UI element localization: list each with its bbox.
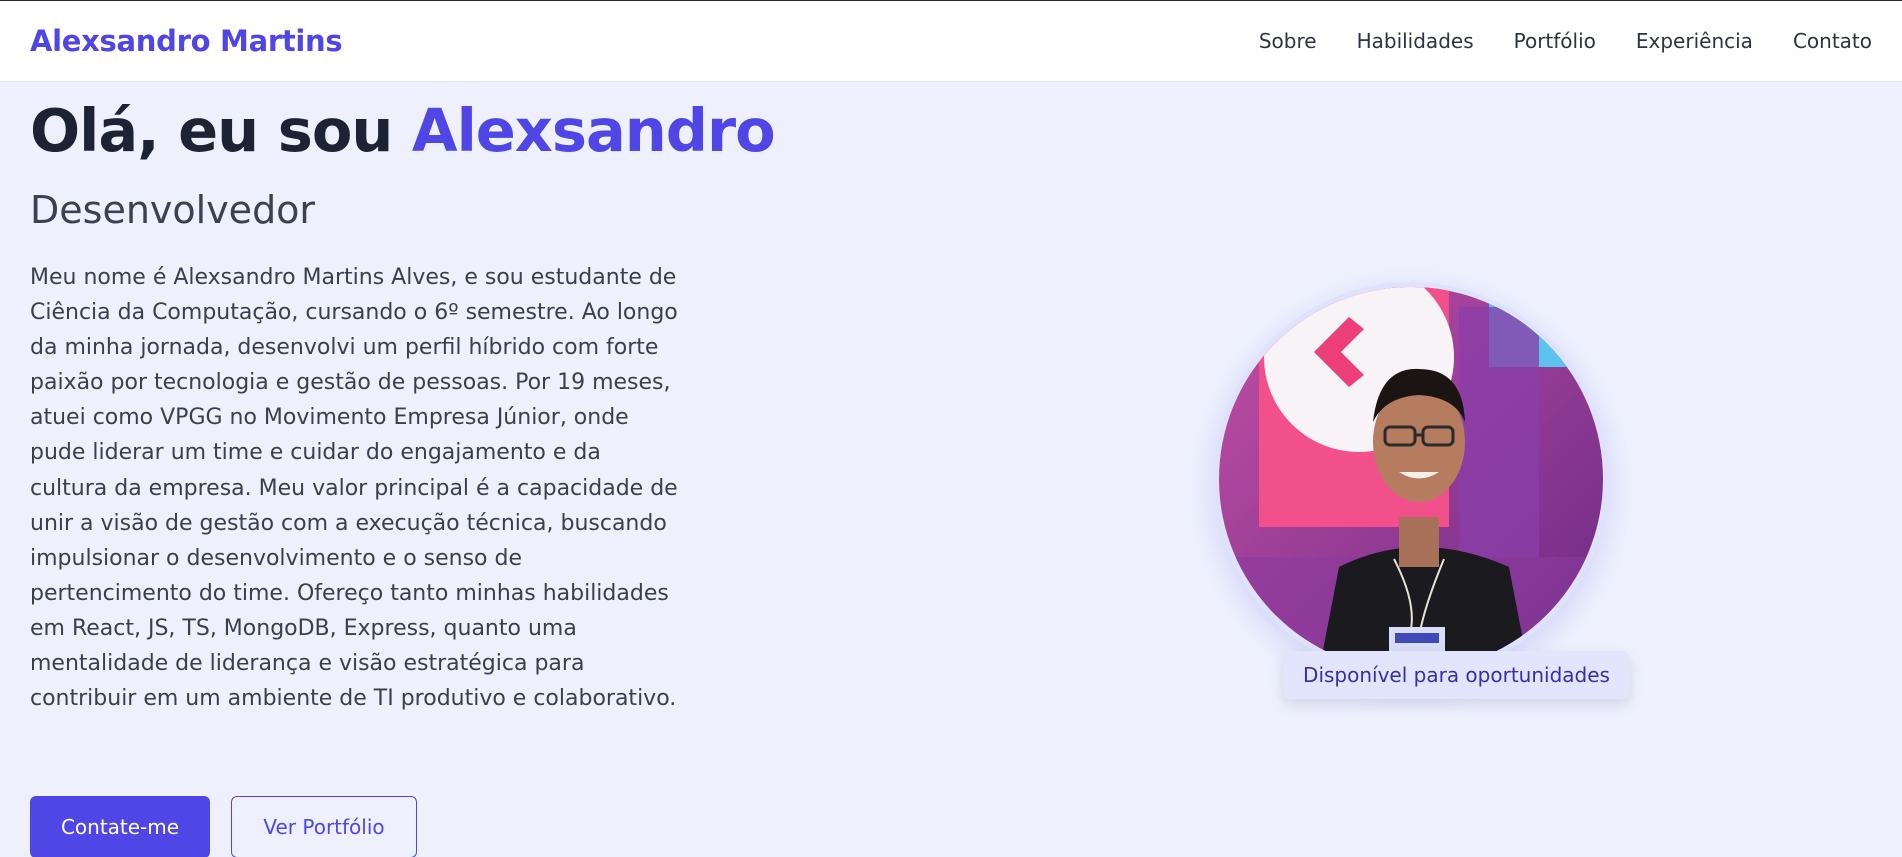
hero-greeting: Olá, eu sou bbox=[30, 96, 393, 165]
hero-title: Olá, eu sou Alexsandro bbox=[30, 96, 776, 166]
hero-bio: Meu nome é Alexsandro Martins Alves, e s… bbox=[30, 265, 678, 712]
nav-link-sobre[interactable]: Sobre bbox=[1259, 29, 1317, 53]
brand-logo-link[interactable]: Alexsandro Martins bbox=[30, 24, 343, 58]
view-portfolio-button[interactable]: Ver Portfólio bbox=[231, 796, 417, 857]
nav-link-contato[interactable]: Contato bbox=[1793, 29, 1872, 53]
profile-photo bbox=[1214, 282, 1608, 676]
profile-photo-illustration bbox=[1219, 287, 1603, 671]
hero-text-section: Olá, eu sou Alexsandro Desenvolvedor Meu… bbox=[30, 96, 776, 716]
nav-link-experiencia[interactable]: Experiência bbox=[1636, 29, 1753, 53]
top-navbar: Alexsandro Martins Sobre Habilidades Por… bbox=[0, 0, 1902, 82]
hero-name: Alexsandro bbox=[411, 96, 776, 165]
availability-badge: Disponível para oportunidades bbox=[1283, 651, 1630, 699]
hero-role: Desenvolvedor bbox=[30, 188, 316, 232]
cta-buttons: Contate-me Ver Portfólio bbox=[30, 796, 417, 857]
contact-me-button[interactable]: Contate-me bbox=[30, 796, 210, 857]
nav-link-habilidades[interactable]: Habilidades bbox=[1357, 29, 1474, 53]
nav-link-portfolio[interactable]: Portfólio bbox=[1514, 29, 1596, 53]
nav-links: Sobre Habilidades Portfólio Experiência … bbox=[1259, 29, 1872, 53]
